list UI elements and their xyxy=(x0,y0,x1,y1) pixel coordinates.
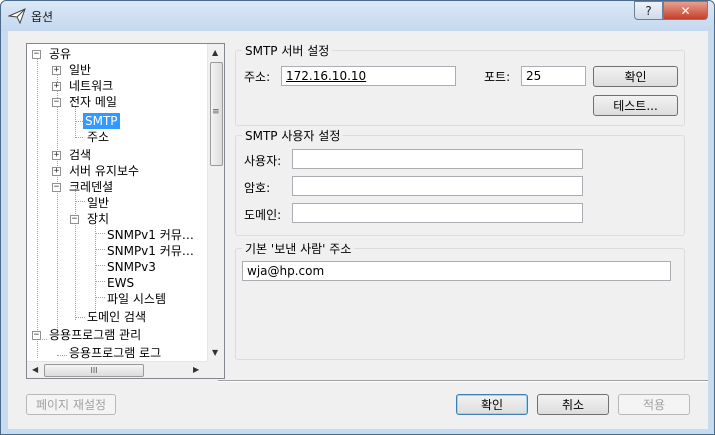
reset-page-button[interactable]: 페이지 재설정 xyxy=(26,394,116,415)
tree-line xyxy=(37,58,38,358)
options-dialog: 옵션 ? ✕ − 공유 + 일반 + 네트워크 − 전자 메일 SMTP 주소 … xyxy=(0,0,715,435)
tree-item-label: 크레덴셜 xyxy=(69,180,114,194)
vertical-scroll-thumb[interactable]: ≡ xyxy=(210,62,223,166)
horizontal-scroll-thumb[interactable]: III xyxy=(44,364,144,377)
tree-line xyxy=(57,355,67,356)
tree-item-label: 공유 xyxy=(49,47,72,61)
scroll-corner xyxy=(207,361,224,378)
tree-item-label: 네트워크 xyxy=(69,79,114,93)
tree-line xyxy=(95,249,105,250)
tree-line xyxy=(75,317,85,318)
collapse-icon[interactable]: − xyxy=(70,215,79,224)
grip-icon: ≡ xyxy=(212,107,220,117)
tree-item-label: 일반 xyxy=(69,63,92,77)
tree-item-label: 도메인 검색 xyxy=(87,310,147,324)
smtp-address-field[interactable]: 172.16.10.10 xyxy=(281,66,456,86)
tree-line xyxy=(75,137,83,138)
collapse-icon[interactable]: − xyxy=(32,50,41,59)
smtp-server-group-title: SMTP 서버 설정 xyxy=(242,42,333,59)
title-bar: 옵션 ? ✕ xyxy=(1,1,714,31)
port-label: 포트: xyxy=(484,70,511,84)
tree-item-label: SNMPv1 커뮤… xyxy=(107,228,194,242)
smtp-user-group-title: SMTP 사용자 설정 xyxy=(242,127,344,144)
tree-line xyxy=(75,121,83,122)
collapse-icon[interactable]: − xyxy=(52,98,61,107)
tree-vertical-scrollbar[interactable]: ▲ ≡ ▼ xyxy=(207,44,224,362)
tree-line xyxy=(57,74,58,338)
close-button[interactable]: ✕ xyxy=(663,1,708,20)
tree-item-label: 주소 xyxy=(87,130,110,144)
tree-item-label: SMTP xyxy=(83,113,120,129)
expand-icon[interactable]: + xyxy=(52,167,61,176)
help-button[interactable]: ? xyxy=(634,1,663,20)
ok-button[interactable]: 확인 xyxy=(456,394,528,415)
tree-line xyxy=(95,233,105,234)
tree-line xyxy=(75,201,85,202)
default-sender-group-title: 기본 '보낸 사람' 주소 xyxy=(242,240,355,257)
scroll-down-icon[interactable]: ▼ xyxy=(212,348,218,357)
scroll-left-icon[interactable]: ◀ xyxy=(32,365,38,374)
test-button[interactable]: 테스트... xyxy=(593,95,678,116)
collapse-icon[interactable]: − xyxy=(52,183,61,192)
collapse-icon[interactable]: − xyxy=(32,331,41,340)
cancel-button[interactable]: 취소 xyxy=(537,394,609,415)
tree-item-label: 일반 xyxy=(87,196,110,210)
domain-label: 도메인: xyxy=(244,208,282,222)
tree-line xyxy=(75,186,76,320)
smtp-password-field[interactable] xyxy=(292,176,583,196)
expand-icon[interactable]: + xyxy=(52,82,61,91)
tree-item-label: 장치 xyxy=(87,212,110,226)
expand-icon[interactable]: + xyxy=(52,66,61,75)
address-label: 주소: xyxy=(244,70,271,84)
expand-icon[interactable]: + xyxy=(52,151,61,160)
tree-horizontal-scrollbar[interactable]: ◀ III ▶ xyxy=(27,361,224,378)
tree-item-label: 응용프로그램 관리 xyxy=(49,328,142,342)
tree-item-label: 검색 xyxy=(69,148,92,162)
tree-line xyxy=(95,265,105,266)
smtp-port-field[interactable]: 25 xyxy=(521,66,586,86)
tree-item-label: 응용프로그램 로그 xyxy=(69,346,162,360)
default-sender-field[interactable]: wja@hp.com xyxy=(242,261,671,281)
password-label: 암호: xyxy=(244,181,271,195)
scroll-up-icon[interactable]: ▲ xyxy=(212,48,218,57)
tree-item-label: EWS xyxy=(107,276,135,290)
smtp-user-field[interactable] xyxy=(292,149,583,169)
tree-item-label: 파일 시스템 xyxy=(107,292,167,306)
options-tree[interactable]: − 공유 + 일반 + 네트워크 − 전자 메일 SMTP 주소 + 검색 + … xyxy=(26,43,225,379)
dialog-body: − 공유 + 일반 + 네트워크 − 전자 메일 SMTP 주소 + 검색 + … xyxy=(8,31,708,429)
send-icon xyxy=(8,8,26,24)
user-label: 사용자: xyxy=(244,154,282,168)
tree-item-label: SNMPv1 커뮤… xyxy=(107,244,194,258)
smtp-ok-button[interactable]: 확인 xyxy=(593,66,678,87)
tree-line xyxy=(95,297,105,298)
tree-item-label: 전자 메일 xyxy=(69,95,117,109)
footer-separator xyxy=(218,380,708,382)
tree-item-label: 서버 유지보수 xyxy=(69,164,140,178)
smtp-address-value: 172.16.10.10 xyxy=(286,69,367,83)
tree-line xyxy=(95,281,105,282)
tree-item-label: SNMPv3 xyxy=(107,260,156,274)
scroll-right-icon[interactable]: ▶ xyxy=(193,365,199,374)
apply-button[interactable]: 적용 xyxy=(618,394,690,415)
window-title: 옵션 xyxy=(31,10,54,24)
smtp-domain-field[interactable] xyxy=(292,203,583,223)
